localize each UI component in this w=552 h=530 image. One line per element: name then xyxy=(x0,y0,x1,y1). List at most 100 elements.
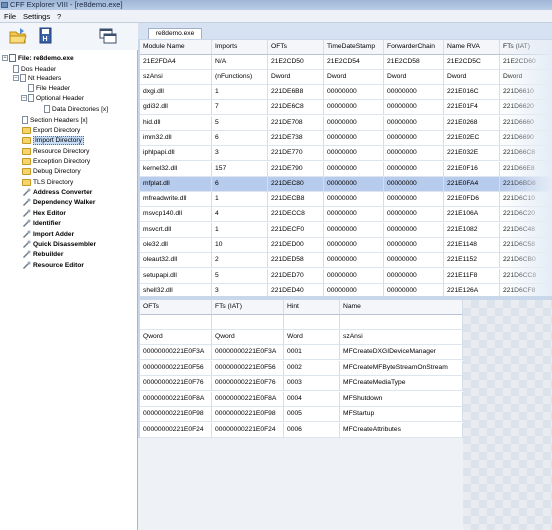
module-cell[interactable]: 00000000 xyxy=(324,238,384,253)
module-cell[interactable]: 1 xyxy=(212,222,268,238)
function-cell[interactable]: MFCreateAttributes xyxy=(340,422,463,438)
module-cell[interactable]: 221DECC8 xyxy=(268,207,324,223)
module-cell[interactable]: 221E11F8 xyxy=(444,268,500,284)
module-cell[interactable]: 221DED58 xyxy=(268,253,324,269)
module-cell[interactable]: 6 xyxy=(212,130,268,146)
function-cell[interactable]: 00000000221E0F8A xyxy=(140,391,212,407)
module-cell[interactable]: 00000000 xyxy=(324,253,384,269)
module-cell[interactable]: 221DECF0 xyxy=(268,222,324,238)
module-cell[interactable]: mfreadwrite.dll xyxy=(140,192,212,208)
save-icon[interactable]: H xyxy=(36,26,56,46)
windows-icon[interactable] xyxy=(98,26,118,46)
tree-item-optional-header[interactable]: − Optional Header xyxy=(21,94,84,104)
module-cell[interactable]: hid.dll xyxy=(140,115,212,131)
module-cell[interactable]: 5 xyxy=(212,268,268,284)
module-cell[interactable]: shell32.dll xyxy=(140,283,212,296)
function-cell[interactable]: 0002 xyxy=(284,360,340,376)
module-cell[interactable]: 221E1148 xyxy=(444,238,500,253)
module-cell[interactable]: 221DED40 xyxy=(268,283,324,296)
column-header[interactable]: ForwarderChain xyxy=(384,40,444,55)
table-header-row[interactable]: OFTs FTs (IAT) Hint Name xyxy=(140,300,463,315)
tree-item-nt-headers[interactable]: − Nt Headers xyxy=(13,74,61,84)
column-header[interactable]: Name xyxy=(340,300,463,315)
tree-item-section-headers[interactable]: Section Headers [x] xyxy=(22,116,88,126)
module-cell[interactable]: 00000000 xyxy=(384,268,444,284)
module-cell[interactable]: 6 xyxy=(212,176,268,192)
module-row[interactable]: shell32.dll 3 221DED40 00000000 00000000 221E… xyxy=(140,283,552,296)
tree-item-debug-directory[interactable]: Debug Directory xyxy=(22,167,81,177)
function-cell[interactable]: 0003 xyxy=(284,376,340,391)
module-cell[interactable]: 221DE770 xyxy=(268,146,324,162)
module-row[interactable]: mfplat.dll 6 221DEC80 00000000 00000000 221E0… xyxy=(140,176,552,192)
module-row[interactable]: imm32.dll 6 221DE738 00000000 00000000 221E02… xyxy=(140,130,552,146)
function-row[interactable]: 00000000221E0F8A 00000000221E0F8A 0004 MFSh… xyxy=(140,391,463,407)
tree-item-address-converter[interactable]: Address Converter xyxy=(22,188,92,198)
module-cell[interactable]: 2 xyxy=(212,253,268,269)
tree-item-import-adder[interactable]: Import Adder xyxy=(22,230,74,240)
module-cell[interactable]: 00000000 xyxy=(324,268,384,284)
module-cell[interactable]: 221E0FD6 xyxy=(444,192,500,208)
module-cell[interactable]: 221DE738 xyxy=(268,130,324,146)
module-cell[interactable]: 00000000 xyxy=(324,176,384,192)
module-cell[interactable]: 157 xyxy=(212,161,268,177)
module-cell[interactable]: 1 xyxy=(212,192,268,208)
module-cell[interactable]: 00000000 xyxy=(324,130,384,146)
function-cell[interactable]: 00000000221E0F8A xyxy=(212,391,284,407)
module-row[interactable]: ole32.dll 10 221DED00 00000000 00000000 221E1… xyxy=(140,238,552,253)
module-cell[interactable]: 221E01F4 xyxy=(444,100,500,116)
module-row[interactable]: setupapi.dll 5 221DED70 00000000 00000000 221… xyxy=(140,268,552,284)
function-row[interactable]: 00000000221E0F56 00000000221E0F56 0002 MFCr… xyxy=(140,360,463,376)
function-cell[interactable]: 00000000221E0F56 xyxy=(212,360,284,376)
table-header-row[interactable]: Module Name Imports OFTs TimeDateStamp Forwa… xyxy=(140,40,552,55)
module-cell[interactable]: 7 xyxy=(212,100,268,116)
column-header[interactable]: TimeDateStamp xyxy=(324,40,384,55)
function-cell[interactable]: 00000000221E0F24 xyxy=(212,422,284,438)
module-cell[interactable]: 00000000 xyxy=(384,146,444,162)
module-cell[interactable]: 00000000 xyxy=(324,100,384,116)
module-cell[interactable]: 10 xyxy=(212,238,268,253)
module-cell[interactable]: 221E126A xyxy=(444,283,500,296)
module-row[interactable]: dxgi.dll 1 221DE6B8 00000000 00000000 221E016… xyxy=(140,85,552,100)
module-cell[interactable]: 221DE6C8 xyxy=(268,100,324,116)
module-cell[interactable]: 00000000 xyxy=(384,130,444,146)
module-cell[interactable]: 00000000 xyxy=(384,192,444,208)
function-cell[interactable]: MFCreateDXGIDeviceManager xyxy=(340,345,463,360)
module-cell[interactable]: oleaut32.dll xyxy=(140,253,212,269)
function-row[interactable]: 00000000221E0F24 00000000221E0F24 0006 MFCr… xyxy=(140,422,463,438)
tree-item-export-directory[interactable]: Export Directory xyxy=(22,126,80,136)
function-cell[interactable]: 00000000221E0F3A xyxy=(140,345,212,360)
menu-file[interactable]: File xyxy=(4,12,16,21)
function-row[interactable]: 00000000221E0F98 00000000221E0F98 0005 MFSt… xyxy=(140,407,463,422)
module-row[interactable]: hid.dll 5 221DE708 00000000 00000000 221E0268… xyxy=(140,115,552,131)
module-cell[interactable]: 00000000 xyxy=(384,283,444,296)
module-cell[interactable]: 221DEC80 xyxy=(268,176,324,192)
function-cell[interactable]: 00000000221E0F3A xyxy=(212,345,284,360)
module-cell[interactable]: 221E016C xyxy=(444,85,500,100)
module-cell[interactable]: 00000000 xyxy=(384,207,444,223)
module-cell[interactable]: imm32.dll xyxy=(140,130,212,146)
function-cell[interactable]: 0004 xyxy=(284,391,340,407)
function-cell[interactable]: 00000000221E0F76 xyxy=(212,376,284,391)
function-cell[interactable]: MFCreateMFByteStreamOnStream xyxy=(340,360,463,376)
module-cell[interactable]: 00000000 xyxy=(324,161,384,177)
tree-item-file-header[interactable]: File Header xyxy=(28,84,70,94)
module-cell[interactable]: 4 xyxy=(212,207,268,223)
module-cell[interactable]: 221E1082 xyxy=(444,222,500,238)
module-cell[interactable]: 3 xyxy=(212,146,268,162)
function-row[interactable]: 00000000221E0F3A 00000000221E0F3A 0001 MFCr… xyxy=(140,345,463,360)
module-cell[interactable]: 221DECB8 xyxy=(268,192,324,208)
collapse-icon[interactable]: − xyxy=(13,75,19,82)
module-cell[interactable]: 00000000 xyxy=(324,192,384,208)
column-header[interactable]: FTs (IAT) xyxy=(212,300,284,315)
menu-settings[interactable]: Settings xyxy=(23,12,50,21)
module-cell[interactable]: setupapi.dll xyxy=(140,268,212,284)
collapse-icon[interactable]: − xyxy=(2,55,8,62)
module-row[interactable]: gdi32.dll 7 221DE6C8 00000000 00000000 221E01… xyxy=(140,100,552,116)
module-cell[interactable]: 00000000 xyxy=(324,146,384,162)
function-cell[interactable]: 00000000221E0F24 xyxy=(140,422,212,438)
module-cell[interactable]: 00000000 xyxy=(384,161,444,177)
tree-item-hex-editor[interactable]: Hex Editor xyxy=(22,209,66,219)
module-cell[interactable]: 221E032E xyxy=(444,146,500,162)
open-folder-icon[interactable] xyxy=(8,26,28,46)
module-cell[interactable]: 221DED00 xyxy=(268,238,324,253)
